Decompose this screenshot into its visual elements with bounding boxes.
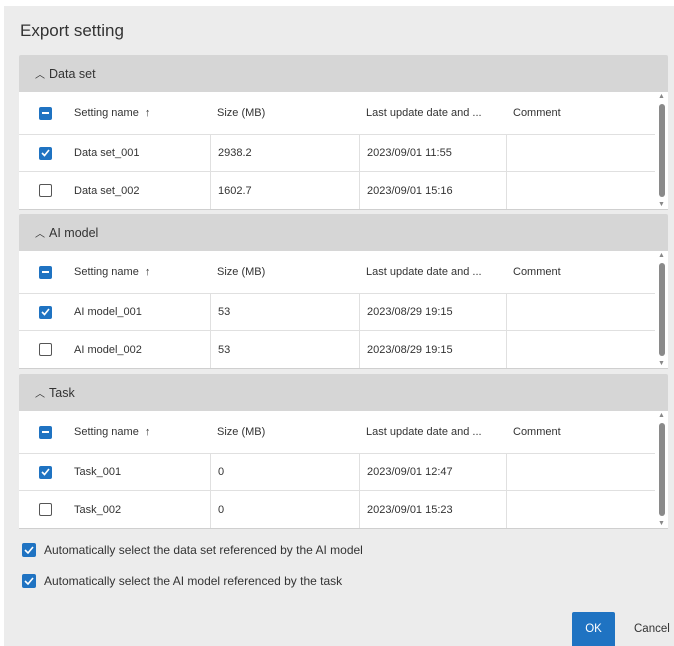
column-header-size[interactable]: Size (MB) xyxy=(210,411,359,453)
cell-date: 2023/09/01 15:16 xyxy=(359,172,506,209)
cell-date: 2023/09/01 15:23 xyxy=(359,491,506,528)
table-row[interactable]: Data set_002 1602.7 2023/09/01 15:16 xyxy=(19,172,655,209)
table-row[interactable]: Data set_001 2938.2 2023/09/01 11:55 xyxy=(19,135,655,172)
scroll-up-icon[interactable]: ▲ xyxy=(658,93,665,100)
cell-date: 2023/09/01 11:55 xyxy=(359,135,506,171)
select-all-checkbox[interactable] xyxy=(38,265,52,279)
scrollbar-thumb[interactable] xyxy=(659,423,665,516)
column-header-name[interactable]: Setting name ↑ xyxy=(67,411,210,453)
table-row[interactable]: AI model_002 53 2023/08/29 19:15 xyxy=(19,331,655,368)
table-data-set: Setting name ↑ Size (MB) Last update dat… xyxy=(19,92,668,210)
column-header-date[interactable]: Last update date and ... xyxy=(359,92,506,134)
scroll-up-icon[interactable]: ▲ xyxy=(658,412,665,419)
cell-comment xyxy=(506,491,655,528)
cell-name: Data set_002 xyxy=(74,184,140,197)
cell-date: 2023/08/29 19:15 xyxy=(359,331,506,368)
row-checkbox[interactable] xyxy=(38,184,52,197)
column-header-comment[interactable]: Comment xyxy=(506,92,655,134)
cell-comment xyxy=(506,294,655,330)
column-header-comment[interactable]: Comment xyxy=(506,251,655,293)
auto-select-data-set-checkbox[interactable] xyxy=(22,543,36,557)
column-header-name[interactable]: Setting name ↑ xyxy=(67,251,210,293)
select-all-checkbox[interactable] xyxy=(38,425,52,439)
scroll-down-icon[interactable]: ▼ xyxy=(658,360,665,367)
vertical-scrollbar[interactable]: ▲ ▼ xyxy=(656,251,668,368)
table-row[interactable]: Task_002 0 2023/09/01 15:23 xyxy=(19,491,655,528)
row-checkbox[interactable] xyxy=(38,465,52,479)
export-setting-dialog: Export setting ︿ Data set Setting name ↑… xyxy=(4,6,674,646)
scroll-up-icon[interactable]: ▲ xyxy=(658,252,665,259)
cell-comment xyxy=(506,172,655,209)
cell-size: 0 xyxy=(210,491,359,528)
cell-name: Data set_001 xyxy=(74,147,140,159)
cell-comment xyxy=(506,454,655,490)
scrollbar-thumb[interactable] xyxy=(659,263,665,356)
table-header-row: Setting name ↑ Size (MB) Last update dat… xyxy=(19,92,655,135)
section-task: ︿ Task Setting name ↑ Size (MB) Last upd… xyxy=(19,374,668,529)
cell-size: 0 xyxy=(210,454,359,490)
column-header-date[interactable]: Last update date and ... xyxy=(359,251,506,293)
cell-comment xyxy=(506,331,655,368)
column-header-size[interactable]: Size (MB) xyxy=(210,92,359,134)
dialog-title: Export setting xyxy=(20,21,124,40)
auto-select-data-set-label: Automatically select the data set refere… xyxy=(44,543,363,557)
column-header-name[interactable]: Setting name ↑ xyxy=(67,92,210,134)
cell-name: Task_001 xyxy=(74,466,122,478)
chevron-up-icon: ︿ xyxy=(35,70,45,81)
row-checkbox[interactable] xyxy=(38,503,52,516)
cell-comment xyxy=(506,135,655,171)
cell-date: 2023/08/29 19:15 xyxy=(359,294,506,330)
auto-select-ai-model-option[interactable]: Automatically select the AI model refere… xyxy=(22,574,342,588)
vertical-scrollbar[interactable]: ▲ ▼ xyxy=(656,92,668,209)
scroll-down-icon[interactable]: ▼ xyxy=(658,520,665,527)
cell-date: 2023/09/01 12:47 xyxy=(359,454,506,490)
sort-up-icon: ↑ xyxy=(144,107,151,119)
row-checkbox[interactable] xyxy=(38,343,52,356)
ok-button[interactable]: OK xyxy=(572,612,615,646)
cell-size: 53 xyxy=(210,331,359,368)
table-header-row: Setting name ↑ Size (MB) Last update dat… xyxy=(19,411,655,454)
cell-size: 2938.2 xyxy=(210,135,359,171)
section-title: Task xyxy=(49,385,75,400)
section-header-task[interactable]: ︿ Task xyxy=(19,374,668,411)
auto-select-data-set-option[interactable]: Automatically select the data set refere… xyxy=(22,543,363,557)
select-all-checkbox[interactable] xyxy=(38,106,52,120)
table-header-row: Setting name ↑ Size (MB) Last update dat… xyxy=(19,251,655,294)
scroll-down-icon[interactable]: ▼ xyxy=(658,201,665,208)
vertical-scrollbar[interactable]: ▲ ▼ xyxy=(656,411,668,528)
section-title: AI model xyxy=(49,225,99,240)
column-header-comment[interactable]: Comment xyxy=(506,411,655,453)
cell-name: AI model_001 xyxy=(74,306,142,318)
section-data-set: ︿ Data set Setting name ↑ Size (MB) Last… xyxy=(19,55,668,210)
table-task: Setting name ↑ Size (MB) Last update dat… xyxy=(19,411,668,529)
table-row[interactable]: Task_001 0 2023/09/01 12:47 xyxy=(19,454,655,491)
table-ai-model: Setting name ↑ Size (MB) Last update dat… xyxy=(19,251,668,369)
row-checkbox[interactable] xyxy=(38,305,52,319)
section-title: Data set xyxy=(49,66,96,81)
section-header-ai-model[interactable]: ︿ AI model xyxy=(19,214,668,251)
column-header-size[interactable]: Size (MB) xyxy=(210,251,359,293)
cell-name: AI model_002 xyxy=(74,343,142,356)
cell-size: 53 xyxy=(210,294,359,330)
section-ai-model: ︿ AI model Setting name ↑ Size (MB) Last… xyxy=(19,214,668,369)
auto-select-ai-model-checkbox[interactable] xyxy=(22,574,36,588)
auto-select-ai-model-label: Automatically select the AI model refere… xyxy=(44,574,343,588)
scrollbar-thumb[interactable] xyxy=(659,104,665,197)
section-header-data-set[interactable]: ︿ Data set xyxy=(19,55,668,92)
table-row[interactable]: AI model_001 53 2023/08/29 19:15 xyxy=(19,294,655,331)
chevron-up-icon: ︿ xyxy=(35,389,45,400)
cell-size: 1602.7 xyxy=(210,172,359,209)
chevron-up-icon: ︿ xyxy=(35,229,45,240)
row-checkbox[interactable] xyxy=(38,146,52,160)
cell-name: Task_002 xyxy=(74,503,122,516)
sort-up-icon: ↑ xyxy=(144,426,151,438)
column-header-date[interactable]: Last update date and ... xyxy=(359,411,506,453)
cancel-button[interactable]: Cancel xyxy=(634,612,670,646)
sort-up-icon: ↑ xyxy=(144,266,151,278)
